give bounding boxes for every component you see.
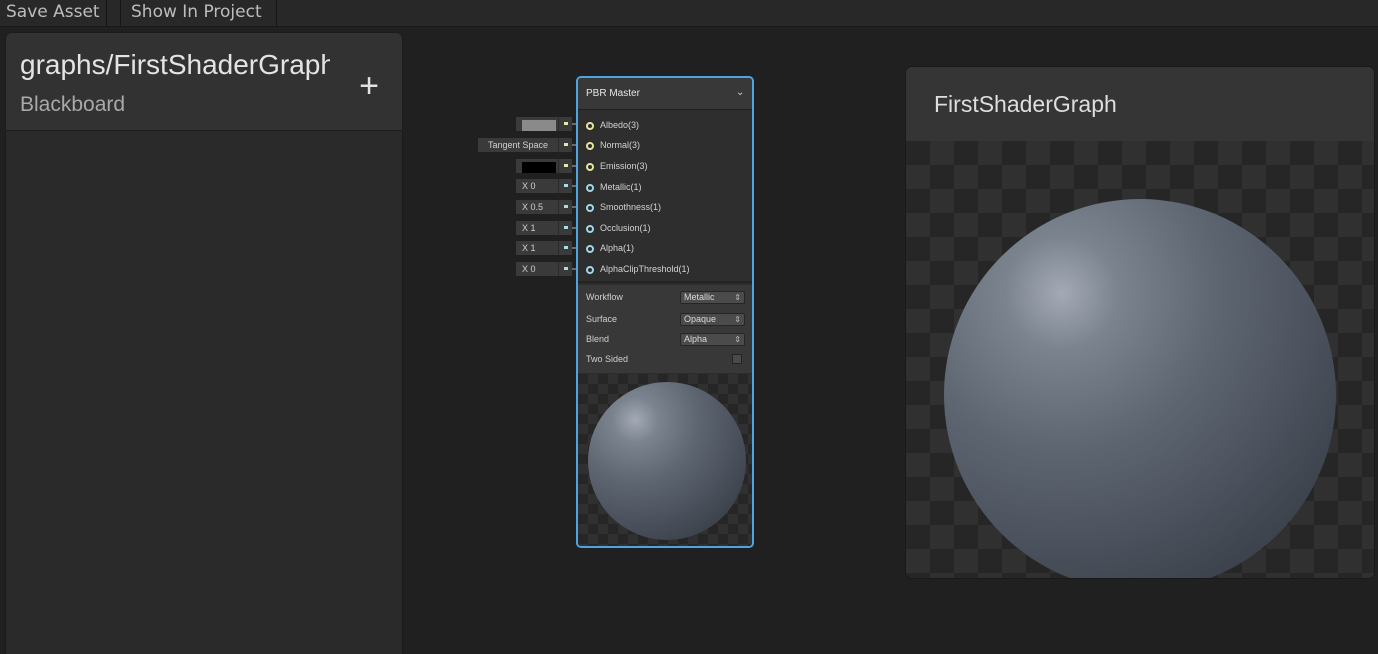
smoothness-input-row: X 0.5 <box>470 199 580 215</box>
occlusion-input-row: X 1 <box>470 220 580 236</box>
slot-alpha-clip-threshold-port[interactable] <box>586 266 594 274</box>
slot-occlusion[interactable]: Occlusion(1) <box>578 221 752 237</box>
slot-emission[interactable]: Emission(3) <box>578 159 752 175</box>
two-sided-label: Two Sided <box>586 354 629 364</box>
surface-dropdown[interactable]: Opaque ⇕ <box>680 313 745 326</box>
occlusion-input-port[interactable] <box>558 221 572 235</box>
albedo-input-row <box>470 116 580 132</box>
two-sided-setting: Two Sided <box>578 351 752 369</box>
albedo-color-swatch <box>522 120 556 131</box>
main-preview-window[interactable]: FirstShaderGraph <box>905 66 1375 579</box>
slot-occlusion-port[interactable] <box>586 225 594 233</box>
slot-albedo-port[interactable] <box>586 122 594 130</box>
slot-metallic-port[interactable] <box>586 184 594 192</box>
preview-header[interactable]: FirstShaderGraph <box>906 67 1374 141</box>
workflow-setting: Workflow Metallic ⇕ <box>578 289 752 307</box>
alpha-clip-input-port[interactable] <box>558 262 572 276</box>
node-title-bar[interactable]: PBR Master ⌄ <box>578 78 752 110</box>
alpha-input-row: X 1 <box>470 240 580 256</box>
slot-albedo-label: Albedo(3) <box>600 120 640 130</box>
slot-alpha-label: Alpha(1) <box>600 243 635 253</box>
surface-value: Opaque <box>684 314 717 324</box>
slot-emission-port[interactable] <box>586 163 594 171</box>
slot-normal-port[interactable] <box>586 142 594 150</box>
slot-alpha-clip-threshold-label: AlphaClipThreshold(1) <box>600 264 690 274</box>
blend-dropdown[interactable]: Alpha ⇕ <box>680 333 745 346</box>
chevron-down-icon[interactable]: ⌄ <box>736 87 744 98</box>
albedo-color-field[interactable] <box>516 117 558 131</box>
smoothness-input-port[interactable] <box>558 200 572 214</box>
blackboard-header[interactable]: graphs/FirstShaderGraph Blackboard + <box>6 33 402 131</box>
slot-smoothness-label: Smoothness(1) <box>600 202 662 212</box>
preview-sphere <box>944 199 1336 578</box>
alpha-value-field[interactable]: X 1 <box>516 241 558 255</box>
blackboard-title: graphs/FirstShaderGraph <box>20 49 330 80</box>
workflow-dropdown[interactable]: Metallic ⇕ <box>680 291 745 304</box>
save-asset-button[interactable]: Save Asset <box>0 0 107 27</box>
normal-input-row: Tangent Space <box>470 137 580 153</box>
blend-value: Alpha <box>684 334 708 344</box>
workflow-value: Metallic <box>684 292 715 302</box>
add-property-button[interactable]: + <box>352 69 386 105</box>
workflow-label: Workflow <box>586 292 623 302</box>
albedo-input-port[interactable] <box>558 117 572 131</box>
blackboard-subtitle: Blackboard <box>20 93 126 116</box>
preview-title: FirstShaderGraph <box>934 91 1117 117</box>
emission-input-port[interactable] <box>558 159 572 173</box>
slot-normal-label: Normal(3) <box>600 140 641 150</box>
blackboard-panel: graphs/FirstShaderGraph Blackboard + <box>5 32 403 654</box>
slot-alpha-port[interactable] <box>586 245 594 253</box>
metallic-value-field[interactable]: X 0 <box>516 179 558 193</box>
slot-smoothness[interactable]: Smoothness(1) <box>578 200 752 216</box>
pbr-master-node[interactable]: PBR Master ⌄ Albedo(3) Normal(3) Emissio… <box>576 76 754 548</box>
node-preview <box>578 374 752 546</box>
two-sided-checkbox[interactable] <box>732 354 742 364</box>
toolbar: Save Asset Show In Project <box>0 0 1378 27</box>
blend-label: Blend <box>586 334 610 344</box>
smoothness-value-field[interactable]: X 0.5 <box>516 200 558 214</box>
normal-space-field[interactable]: Tangent Space <box>478 138 558 152</box>
node-title: PBR Master <box>586 88 640 99</box>
emission-input-row <box>470 158 580 174</box>
slot-metallic-label: Metallic(1) <box>600 182 642 192</box>
slot-occlusion-label: Occlusion(1) <box>600 223 651 233</box>
dropdown-arrow-icon: ⇕ <box>734 315 741 324</box>
default-inputs: Tangent Space X 0 X 0.5 X 1 X 1 X 0 <box>470 112 580 282</box>
dropdown-arrow-icon: ⇕ <box>734 335 741 344</box>
emission-color-swatch <box>522 162 556 173</box>
emission-color-field[interactable] <box>516 159 558 173</box>
slot-smoothness-port[interactable] <box>586 204 594 212</box>
metallic-input-port[interactable] <box>558 179 572 193</box>
slot-alpha-clip-threshold[interactable]: AlphaClipThreshold(1) <box>578 262 752 278</box>
slot-metallic[interactable]: Metallic(1) <box>578 180 752 196</box>
occlusion-value-field[interactable]: X 1 <box>516 221 558 235</box>
blend-setting: Blend Alpha ⇕ <box>578 331 752 349</box>
node-input-slots: Albedo(3) Normal(3) Emission(3) Metallic… <box>578 111 752 283</box>
surface-setting: Surface Opaque ⇕ <box>578 311 752 329</box>
node-preview-sphere <box>588 382 746 540</box>
preview-area[interactable] <box>906 141 1374 578</box>
slot-albedo[interactable]: Albedo(3) <box>578 118 752 134</box>
metallic-input-row: X 0 <box>470 178 580 194</box>
alpha-input-port[interactable] <box>558 241 572 255</box>
alpha-clip-input-row: X 0 <box>470 261 580 277</box>
normal-input-port[interactable] <box>558 138 572 152</box>
dropdown-arrow-icon: ⇕ <box>734 293 741 302</box>
slot-emission-label: Emission(3) <box>600 161 648 171</box>
node-settings: Workflow Metallic ⇕ Surface Opaque ⇕ Ble… <box>578 285 752 373</box>
slot-alpha[interactable]: Alpha(1) <box>578 241 752 257</box>
alpha-clip-value-field[interactable]: X 0 <box>516 262 558 276</box>
show-in-project-button[interactable]: Show In Project <box>120 0 277 27</box>
slot-normal[interactable]: Normal(3) <box>578 138 752 154</box>
surface-label: Surface <box>586 314 618 324</box>
